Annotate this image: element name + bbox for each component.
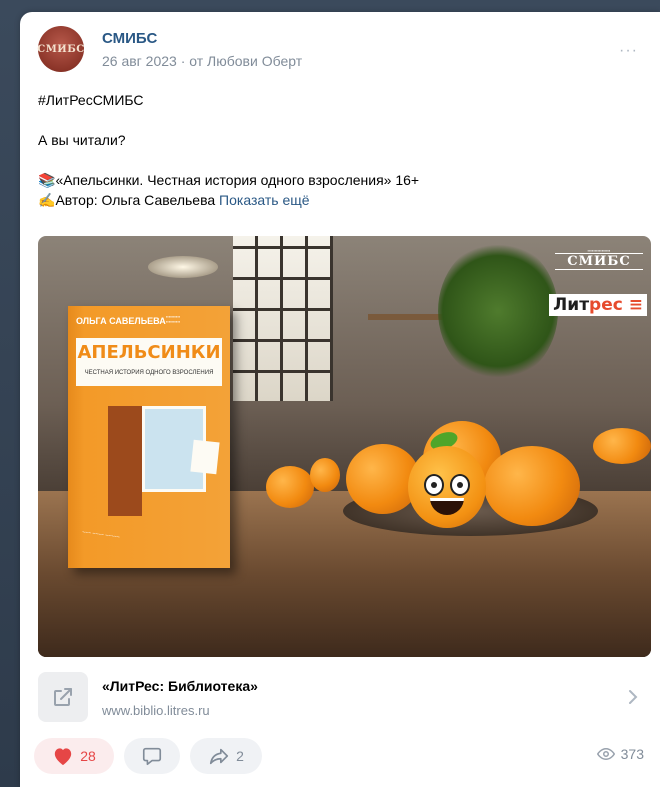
show-more-link[interactable]: Показать ещё [219,192,310,208]
snippet-url[interactable]: www.biblio.litres.ru [102,703,210,718]
smiling-orange [408,446,486,528]
orange [310,458,340,492]
post-from: от Любови Оберт [189,52,303,69]
action-bar: 28 2 373 [34,738,646,774]
post-date[interactable]: 26 авг 2023 [102,53,177,69]
post-card: СМИБС СМИБС 26 авг 2023 · от Любови Обер… [20,12,660,787]
litres-logo-part2: рес [589,295,623,315]
hashtag-link[interactable]: #ЛитРесСМИБС [38,90,638,110]
eye-icon [596,747,615,761]
book-cover: ОЛЬГА САВЕЛЬЕВА ▪▪▪▪▪▪▪▪▪▪ ▪▪▪▪▪▪▪▪▪▪ АПЕ… [68,306,230,568]
orange [266,466,314,508]
litres-logo-mark: ≡ [622,295,643,315]
book-author: ОЛЬГА САВЕЛЬЕВА [76,316,166,326]
external-link-box[interactable] [38,672,88,722]
litres-logo-part1: Лит [553,295,590,315]
orange [484,446,580,526]
book-curtain [108,406,142,516]
views-count: 373 [620,746,644,762]
eye [450,474,470,496]
book-title: АПЕЛЬСИНКИ [77,342,221,363]
post-image[interactable]: ОЛЬГА САВЕЛЬЕВА ▪▪▪▪▪▪▪▪▪▪ ▪▪▪▪▪▪▪▪▪▪ АПЕ… [38,236,651,657]
plant [438,241,558,381]
author-text: Автор: Ольга Савельева [55,192,216,208]
book-bottom-text: ~~~ ~~~~ ~~~~~ [81,529,121,541]
books-emoji-icon: 📚 [38,172,56,188]
comment-icon [142,747,162,766]
views-counter: 373 [596,746,644,762]
like-count: 28 [80,748,96,764]
orange [593,428,651,464]
external-link-icon [54,688,72,706]
book-blurb: ▪▪▪▪▪▪▪▪▪▪ ▪▪▪▪▪▪▪▪▪▪ [166,314,181,324]
mouth [430,498,464,515]
link-snippet[interactable]: «ЛитРес: Библиотека» www.biblio.litres.r… [38,672,643,724]
writing-hand-icon: ✍️ [38,192,56,208]
book-title-text: «Апельсинки. Честная история одного взро… [55,172,420,188]
book-subtitle: ЧЕСТНАЯ ИСТОРИЯ ОДНОГО ВЗРОСЛЕНИЯ [84,370,214,376]
book-photo [190,439,220,475]
book-title-box: АПЕЛЬСИНКИ ЧЕСТНАЯ ИСТОРИЯ ОДНОГО ВЗРОСЛ… [76,338,222,386]
meta-separator: · [176,52,190,69]
share-icon [210,748,229,765]
smibs-logo-text: СМИБС [555,253,643,270]
smibs-logo: ▪▪▪▪▪▪▪▪▪▪▪▪▪▪▪▪ СМИБС [555,248,643,270]
post-text: #ЛитРесСМИБС А вы читали? 📚«Апельсинки. … [38,90,638,210]
chevron-right-icon[interactable] [625,686,641,708]
comment-button[interactable] [124,738,180,774]
author-name[interactable]: СМИБС [102,30,302,47]
eye [424,474,444,496]
share-count: 2 [236,748,244,764]
author-line: ✍️Автор: Ольга Савельева Показать ещё [38,190,638,210]
author-block: СМИБС 26 авг 2023 · от Любови Оберт [102,30,302,69]
lamp-light [148,256,218,278]
share-button[interactable]: 2 [190,738,262,774]
snippet-title[interactable]: «ЛитРес: Библиотека» [102,678,258,694]
heart-icon [55,748,72,766]
post-meta: 26 авг 2023 · от Любови Оберт [102,53,302,69]
litres-logo: Литрес ≡ [549,294,647,316]
like-button[interactable]: 28 [34,738,114,774]
more-options-button[interactable]: ··· [619,42,638,60]
avatar[interactable]: СМИБС [37,26,84,72]
book-line: 📚«Апельсинки. Честная история одного взр… [38,170,638,190]
question-text: А вы читали? [38,132,126,148]
kitchen-window [233,236,333,401]
post-header: СМИБС СМИБС 26 авг 2023 · от Любови Обер… [37,26,302,72]
